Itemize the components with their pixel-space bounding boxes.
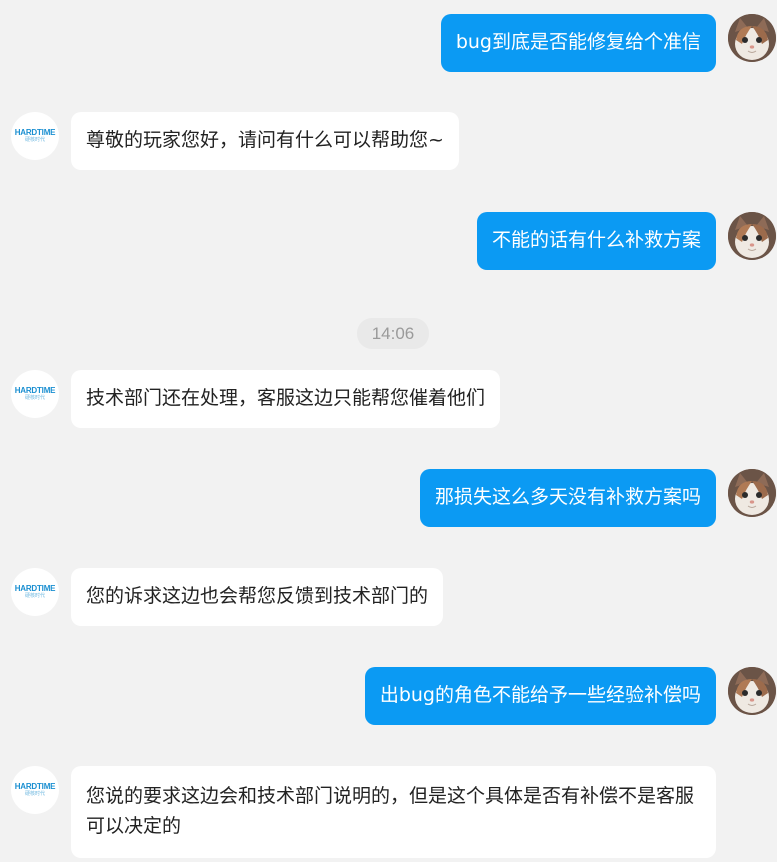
user-avatar[interactable]: [728, 212, 776, 260]
message-bubble-outgoing[interactable]: 不能的话有什么补救方案: [476, 212, 716, 270]
message-bubble-outgoing[interactable]: 那损失这么多天没有补救方案吗: [419, 469, 716, 527]
logo-text: HARDTIME: [14, 782, 56, 791]
logo-subtext: 硬核时代: [24, 395, 45, 401]
message-row-incoming: HARDTIME 硬核时代 尊敬的玩家您好，请问有什么可以帮助您~: [0, 112, 777, 170]
cat-photo-icon: [728, 14, 776, 62]
message-row-outgoing: 出bug的角色不能给予一些经验补偿吗: [0, 667, 777, 725]
service-avatar[interactable]: HARDTIME 硬核时代: [11, 568, 59, 616]
message-bubble-incoming[interactable]: 您说的要求这边会和技术部门说明的，但是这个具体是否有补偿不是客服可以决定的: [71, 766, 716, 858]
user-avatar[interactable]: [728, 469, 776, 517]
message-row-incoming: HARDTIME 硬核时代 技术部门还在处理，客服这边只能帮您催着他们: [0, 370, 777, 428]
message-row-outgoing: bug到底是否能修复给个准信: [0, 14, 777, 72]
timestamp-pill: 14:06: [357, 318, 429, 349]
chat-window: bug到底是否能修复给个准信 HARDTIME 硬核时代 尊敬的玩家您好，请问有…: [0, 0, 777, 862]
logo-text: HARDTIME: [14, 128, 56, 137]
message-bubble-outgoing[interactable]: bug到底是否能修复给个准信: [440, 14, 716, 72]
message-bubble-incoming[interactable]: 您的诉求这边也会帮您反馈到技术部门的: [71, 568, 444, 626]
message-bubble-incoming[interactable]: 尊敬的玩家您好，请问有什么可以帮助您~: [71, 112, 459, 170]
service-avatar[interactable]: HARDTIME 硬核时代: [11, 766, 59, 814]
message-bubble-incoming[interactable]: 技术部门还在处理，客服这边只能帮您催着他们: [71, 370, 501, 428]
logo-text: HARDTIME: [14, 584, 56, 593]
service-avatar[interactable]: HARDTIME 硬核时代: [11, 112, 59, 160]
user-avatar[interactable]: [728, 14, 776, 62]
logo-subtext: 硬核时代: [24, 137, 45, 143]
message-row-outgoing: 不能的话有什么补救方案: [0, 212, 777, 270]
logo-subtext: 硬核时代: [24, 593, 45, 599]
message-row-incoming: HARDTIME 硬核时代 您说的要求这边会和技术部门说明的，但是这个具体是否有…: [0, 766, 777, 858]
message-row-incoming: HARDTIME 硬核时代 您的诉求这边也会帮您反馈到技术部门的: [0, 568, 777, 626]
logo-subtext: 硬核时代: [24, 791, 45, 797]
cat-photo-icon: [728, 212, 776, 260]
user-avatar[interactable]: [728, 667, 776, 715]
cat-photo-icon: [728, 469, 776, 517]
logo-text: HARDTIME: [14, 386, 56, 395]
cat-photo-icon: [728, 667, 776, 715]
message-bubble-outgoing[interactable]: 出bug的角色不能给予一些经验补偿吗: [364, 667, 716, 725]
message-row-outgoing: 那损失这么多天没有补救方案吗: [0, 469, 777, 527]
service-avatar[interactable]: HARDTIME 硬核时代: [11, 370, 59, 418]
